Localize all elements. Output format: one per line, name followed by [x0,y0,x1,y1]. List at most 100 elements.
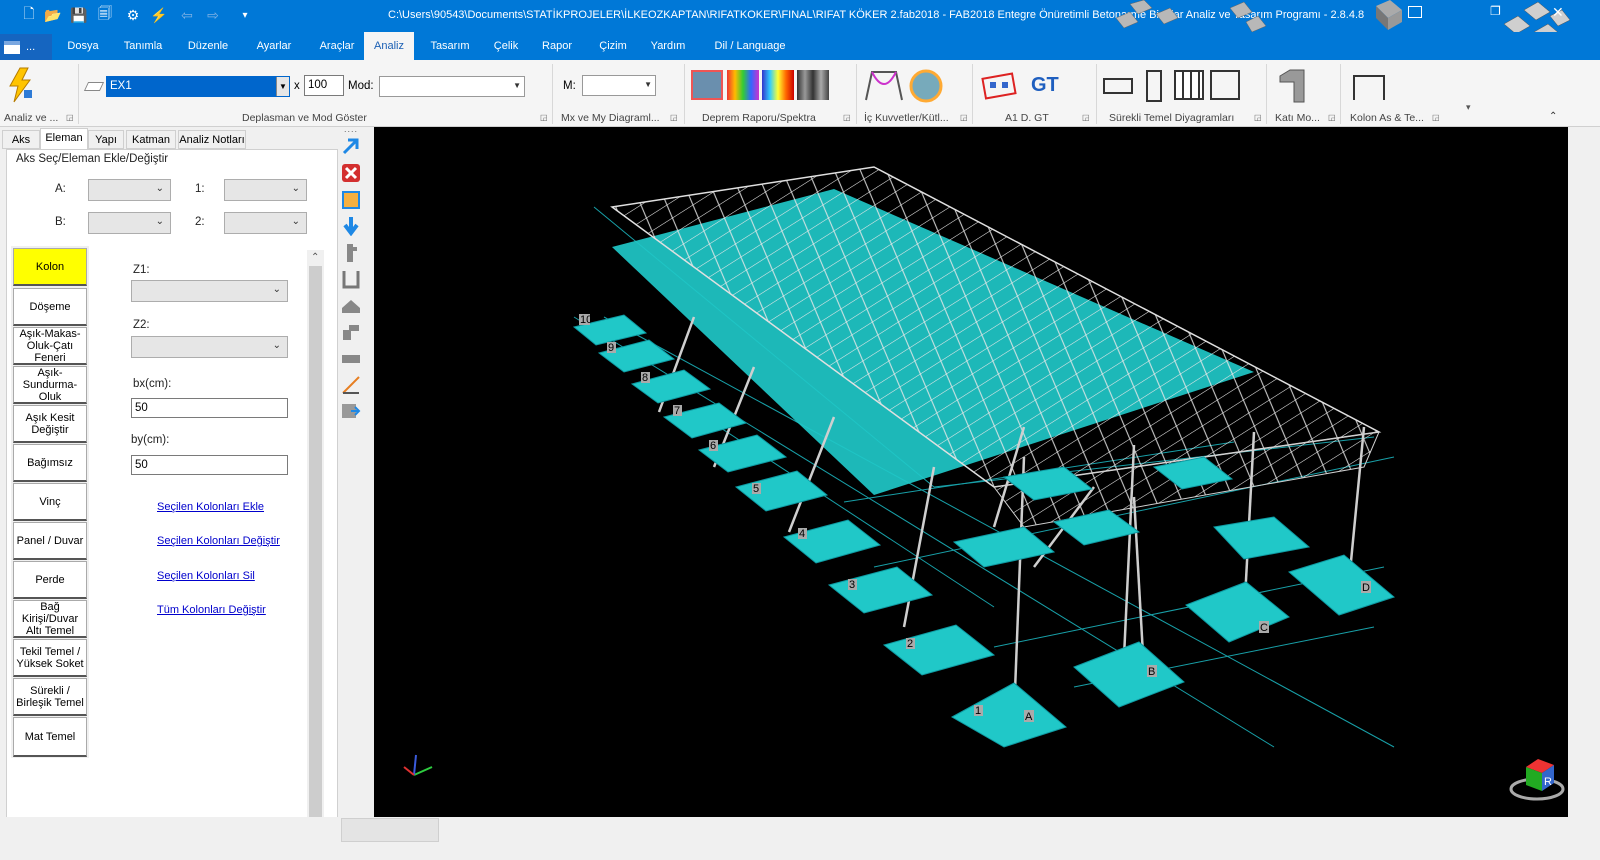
two-select[interactable]: ⌄ [224,212,307,234]
3d-viewport[interactable]: 10 9 8 7 6 5 4 3 2 1 A B C D R [374,127,1568,817]
beam-shape-icon[interactable] [341,348,361,368]
color-spectrum-icon-1[interactable] [727,70,759,100]
menu-tanimla[interactable]: Tanımla [115,32,171,60]
spectrum-chart-icon[interactable] [691,70,723,100]
mass-sphere-icon[interactable] [908,68,944,104]
element-btn-asik-makas[interactable]: Aşık-Makas-Oluk-Çatı Feneri [13,327,87,365]
color-spectrum-icon-2[interactable] [762,70,794,100]
menu-dil-language[interactable]: Dil / Language [706,32,794,60]
redo-icon[interactable]: ⇨ [204,6,222,24]
element-btn-kolon[interactable]: Kolon [13,248,87,286]
view-cube-icon[interactable]: R [1509,759,1565,801]
menu-dosya[interactable]: Dosya [60,32,106,60]
menu-rapor[interactable]: Rapor [532,32,582,60]
panel-scrollbar[interactable]: ⌃ [307,250,324,842]
gt-label[interactable]: GT [1031,74,1059,97]
eraser-icon[interactable] [83,82,105,91]
menu-celik[interactable]: Çelik [486,32,526,60]
roof-shape-icon[interactable] [341,296,361,316]
menu-ayarlar[interactable]: Ayarlar [246,32,302,60]
scrollbar-thumb[interactable] [309,266,322,840]
column-shape-icon[interactable] [341,243,361,263]
z1-select[interactable]: ⌄ [131,280,288,302]
group-expand-icon[interactable]: ◲ [1432,113,1440,122]
new-file-icon[interactable]: 🗋 [20,5,38,24]
element-btn-bag-kirisi[interactable]: Bağ Kirişi/Duvar Altı Temel [13,600,87,638]
scroll-up-icon[interactable]: ⌃ [311,252,319,263]
group-expand-icon[interactable]: ◲ [670,113,678,122]
menu-cizim[interactable]: Çizim [588,32,638,60]
element-btn-asik-kesit[interactable]: Aşık Kesit Değiştir [13,405,87,443]
window-restore-small-icon[interactable] [1408,6,1422,18]
group-expand-icon[interactable]: ◲ [1254,113,1262,122]
u-section-icon[interactable] [341,269,361,289]
save-icon[interactable]: 💾 [70,6,88,24]
element-btn-panel-duvar[interactable]: Panel / Duvar [13,522,87,560]
by-input[interactable]: 50 [131,455,288,475]
a-select[interactable]: ⌄ [88,179,171,201]
m-combo[interactable]: ▼ [582,75,656,96]
tab-aks[interactable]: Aks [2,130,40,149]
ribbon-more-icon[interactable]: ▾ [1466,102,1471,113]
menu-duzenle[interactable]: Düzenle [180,32,236,60]
column-reinforcement-icon[interactable] [1352,72,1388,102]
change-selected-columns-link[interactable]: Seçilen Kolonları Değiştir [157,535,280,547]
element-btn-bagimsiz[interactable]: Bağımsız [13,444,87,482]
one-select[interactable]: ⌄ [224,179,307,201]
group-expand-icon[interactable]: ◲ [1328,113,1336,122]
settings-gear-icon[interactable]: ⚙ [124,6,142,24]
tab-eleman[interactable]: Eleman [40,128,88,149]
strip-footing-icon-1[interactable] [1103,78,1133,94]
group-expand-icon[interactable]: ◲ [66,113,74,122]
element-btn-perde[interactable]: Perde [13,561,87,599]
quick-access-dropdown-icon[interactable]: ▾ [236,6,254,24]
menu-analiz[interactable]: Analiz [364,32,414,60]
element-btn-surekli-temel[interactable]: Sürekli / Birleşik Temel [13,678,87,716]
tab-yapi[interactable]: Yapı [88,130,124,149]
strip-footing-icon-2[interactable] [1146,70,1162,102]
diagonal-measure-icon[interactable] [341,375,361,395]
tab-analiz-notlari[interactable]: Analiz Notları [178,130,246,149]
menu-tasarim[interactable]: Tasarım [422,32,478,60]
strip-footing-grid-icon[interactable] [1174,70,1204,100]
tab-katman[interactable]: Katman [126,130,176,149]
change-all-columns-link[interactable]: Tüm Kolonları Değiştir [157,604,266,616]
undo-icon[interactable]: ⇦ [178,6,196,24]
add-selected-columns-link[interactable]: Seçilen Kolonları Ekle [157,501,264,513]
mat-footing-icon[interactable] [1210,70,1240,100]
open-folder-icon[interactable]: 📂 [44,6,62,24]
b-select[interactable]: ⌄ [88,212,171,234]
group-expand-icon[interactable]: ◲ [540,113,548,122]
close-window-icon[interactable]: ✕ [1552,4,1564,21]
step-shape-icon[interactable] [341,322,361,342]
element-btn-tekil-temel[interactable]: Tekil Temel / Yüksek Soket [13,639,87,677]
element-btn-asik-sundurma[interactable]: Aşık-Sundurma-Oluk [13,366,87,404]
element-btn-mat-temel[interactable]: Mat Temel [13,717,87,757]
frame-forces-icon[interactable] [864,68,904,104]
mod-combo[interactable]: ▼ [379,76,525,97]
delete-red-x-icon[interactable] [341,163,361,183]
element-btn-doseme[interactable]: Döşeme [13,288,87,326]
load-case-combo[interactable]: EX1 ▼ [106,76,290,97]
analyze-bolt-icon[interactable]: ⚡ [150,6,168,24]
element-btn-vinc[interactable]: Vinç [13,483,87,521]
arrow-down-icon[interactable] [341,216,361,236]
scale-input[interactable]: 100 [304,75,344,96]
arrow-up-right-icon[interactable] [341,136,361,156]
menu-yardim[interactable]: Yardım [640,32,696,60]
group-expand-icon[interactable]: ◲ [1082,113,1090,122]
bx-input[interactable]: 50 [131,398,288,418]
app-menu-button[interactable]: ... [0,34,52,60]
group-expand-icon[interactable]: ◲ [843,113,851,122]
menu-araclar[interactable]: Araçlar [309,32,365,60]
image-layer-icon[interactable] [341,401,361,421]
solid-model-icon[interactable] [1276,68,1308,104]
delete-selected-columns-link[interactable]: Seçilen Kolonları Sil [157,570,255,582]
a1-irregularity-icon[interactable] [980,70,1020,104]
grayscale-spectrum-icon[interactable] [797,70,829,100]
save-all-icon[interactable]: 🗐 [96,5,114,24]
group-expand-icon[interactable]: ◲ [960,113,968,122]
collapse-ribbon-icon[interactable]: ⌃ [1549,111,1557,122]
select-box-icon[interactable] [341,190,361,210]
run-analysis-icon[interactable] [6,66,36,104]
